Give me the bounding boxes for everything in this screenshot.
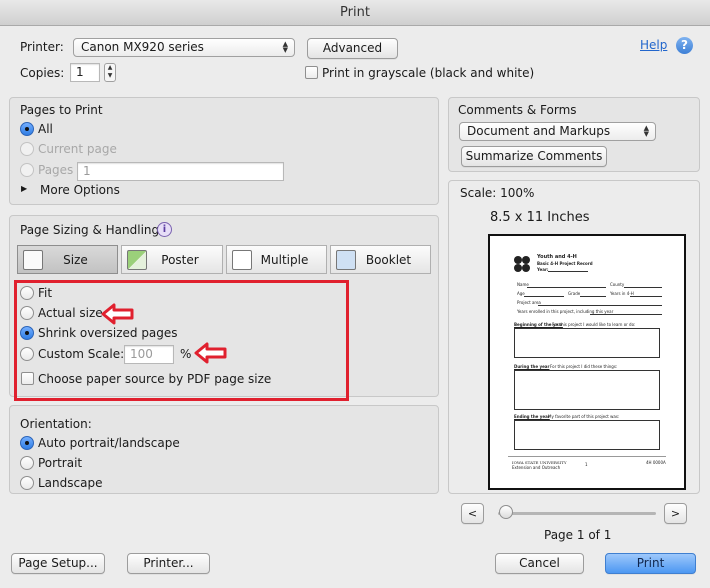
updown-arrows-icon: ▲ ▼: [643, 124, 649, 138]
printer-button[interactable]: Printer...: [127, 553, 210, 574]
auto-orientation-label: Auto portrait/landscape: [38, 436, 180, 450]
page-preview: Youth and 4-H Basic 4-H Project Record Y…: [488, 234, 686, 490]
doc-footer-extension: Extension and Outreach: [512, 465, 561, 470]
doc-county-label: County: [610, 282, 625, 287]
radio-all[interactable]: [20, 122, 34, 136]
landscape-label: Landscape: [38, 476, 103, 490]
pages-range-input[interactable]: 1: [77, 162, 284, 181]
size-mode-label: Size: [63, 253, 88, 267]
radio-auto-orientation[interactable]: [20, 436, 34, 450]
copies-input[interactable]: 1: [70, 63, 100, 82]
radio-current-page[interactable]: [20, 142, 34, 156]
shrink-label: Shrink oversized pages: [38, 326, 178, 340]
custom-scale-label: Custom Scale:: [38, 347, 125, 361]
multiple-mode-button[interactable]: Multiple: [226, 245, 327, 274]
comments-forms-title: Comments & Forms: [458, 103, 577, 117]
grayscale-label: Print in grayscale (black and white): [322, 66, 535, 80]
doc-grade-label: Grade: [568, 291, 581, 296]
radio-pages[interactable]: [20, 163, 34, 177]
page-slider-thumb[interactable]: [499, 505, 513, 519]
current-page-label: Current page: [38, 142, 117, 156]
custom-scale-input[interactable]: 100: [124, 345, 174, 364]
comments-select[interactable]: Document and Markups ▲ ▼: [459, 122, 656, 141]
copies-label: Copies:: [20, 66, 65, 80]
stepper-arrows-icon: ▲ ▼: [107, 64, 113, 79]
radio-custom-scale[interactable]: [20, 347, 34, 361]
printer-select[interactable]: Canon MX920 series ▲ ▼: [73, 38, 295, 57]
percent-sign: %: [180, 347, 192, 361]
radio-actual-size[interactable]: [20, 306, 34, 320]
booklet-mode-label: Booklet: [365, 253, 412, 267]
prev-page-button[interactable]: <: [461, 503, 484, 524]
copies-stepper[interactable]: ▲ ▼: [104, 63, 116, 82]
disclosure-triangle-icon[interactable]: ▶: [21, 184, 27, 193]
poster-mode-label: Poster: [161, 253, 199, 267]
red-arrow-icon: [101, 303, 134, 325]
paper-source-checkbox[interactable]: [21, 372, 34, 385]
pages-to-print-title: Pages to Print: [20, 103, 103, 117]
radio-landscape[interactable]: [20, 476, 34, 490]
grayscale-checkbox[interactable]: [305, 66, 318, 79]
paper-source-label: Choose paper source by PDF page size: [38, 372, 272, 386]
doc-section3-head: Ending the year: [514, 414, 550, 419]
page-setup-button[interactable]: Page Setup...: [11, 553, 105, 574]
clover-logo-icon: [514, 256, 530, 272]
booklet-mode-button[interactable]: Booklet: [330, 245, 431, 274]
info-icon[interactable]: i: [157, 222, 172, 237]
doc-section3-box: [514, 420, 660, 450]
summarize-comments-button[interactable]: Summarize Comments: [461, 146, 607, 167]
print-button[interactable]: Print: [605, 553, 696, 574]
printer-select-value: Canon MX920 series: [81, 40, 204, 54]
page-sizing-title: Page Sizing & Handling: [20, 223, 160, 237]
help-link[interactable]: Help: [640, 38, 667, 52]
radio-shrink-oversized[interactable]: [20, 326, 34, 340]
doc-section2-text: For this project I did these things:: [550, 364, 618, 369]
doc-section3-text: My favorite part of this project was:: [548, 414, 620, 419]
doc-title-2: Basic 4-H Project Record: [537, 261, 593, 266]
scale-label: Scale: 100%: [460, 186, 535, 200]
next-page-button[interactable]: >: [664, 503, 687, 524]
doc-section1-text: For this project I would like to learn o…: [552, 322, 636, 327]
fit-label: Fit: [38, 286, 53, 300]
doc-section2-head: During the year: [514, 364, 550, 369]
portrait-label: Portrait: [38, 456, 83, 470]
paper-size-label: 8.5 x 11 Inches: [490, 210, 590, 225]
actual-size-label: Actual size: [38, 306, 103, 320]
doc-section2-box: [514, 370, 660, 410]
red-arrow-icon: [194, 342, 227, 364]
updown-arrows-icon: ▲ ▼: [282, 40, 288, 54]
doc-footer-code: 4H 0000A: [646, 460, 666, 465]
pages-label: Pages: [38, 163, 74, 177]
poster-mode-button[interactable]: Poster: [121, 245, 223, 274]
more-options-link[interactable]: More Options: [40, 183, 120, 197]
cancel-button[interactable]: Cancel: [495, 553, 584, 574]
radio-portrait[interactable]: [20, 456, 34, 470]
radio-fit[interactable]: [20, 286, 34, 300]
doc-year-label: Year:: [537, 267, 549, 272]
printer-label: Printer:: [20, 40, 64, 54]
comments-select-value: Document and Markups: [467, 124, 611, 138]
help-icon[interactable]: ?: [676, 37, 693, 54]
doc-title-1: Youth and 4-H: [537, 254, 577, 260]
advanced-button[interactable]: Advanced: [307, 38, 398, 59]
all-label: All: [38, 122, 53, 136]
page-slider-track[interactable]: [498, 512, 656, 515]
window-title: Print: [0, 0, 710, 26]
doc-section1-box: [514, 328, 660, 358]
orientation-title: Orientation:: [20, 417, 92, 431]
multiple-mode-label: Multiple: [260, 253, 309, 267]
doc-footer-page: 1: [585, 462, 588, 467]
size-mode-button[interactable]: Size: [17, 245, 118, 274]
page-indicator: Page 1 of 1: [544, 528, 612, 542]
